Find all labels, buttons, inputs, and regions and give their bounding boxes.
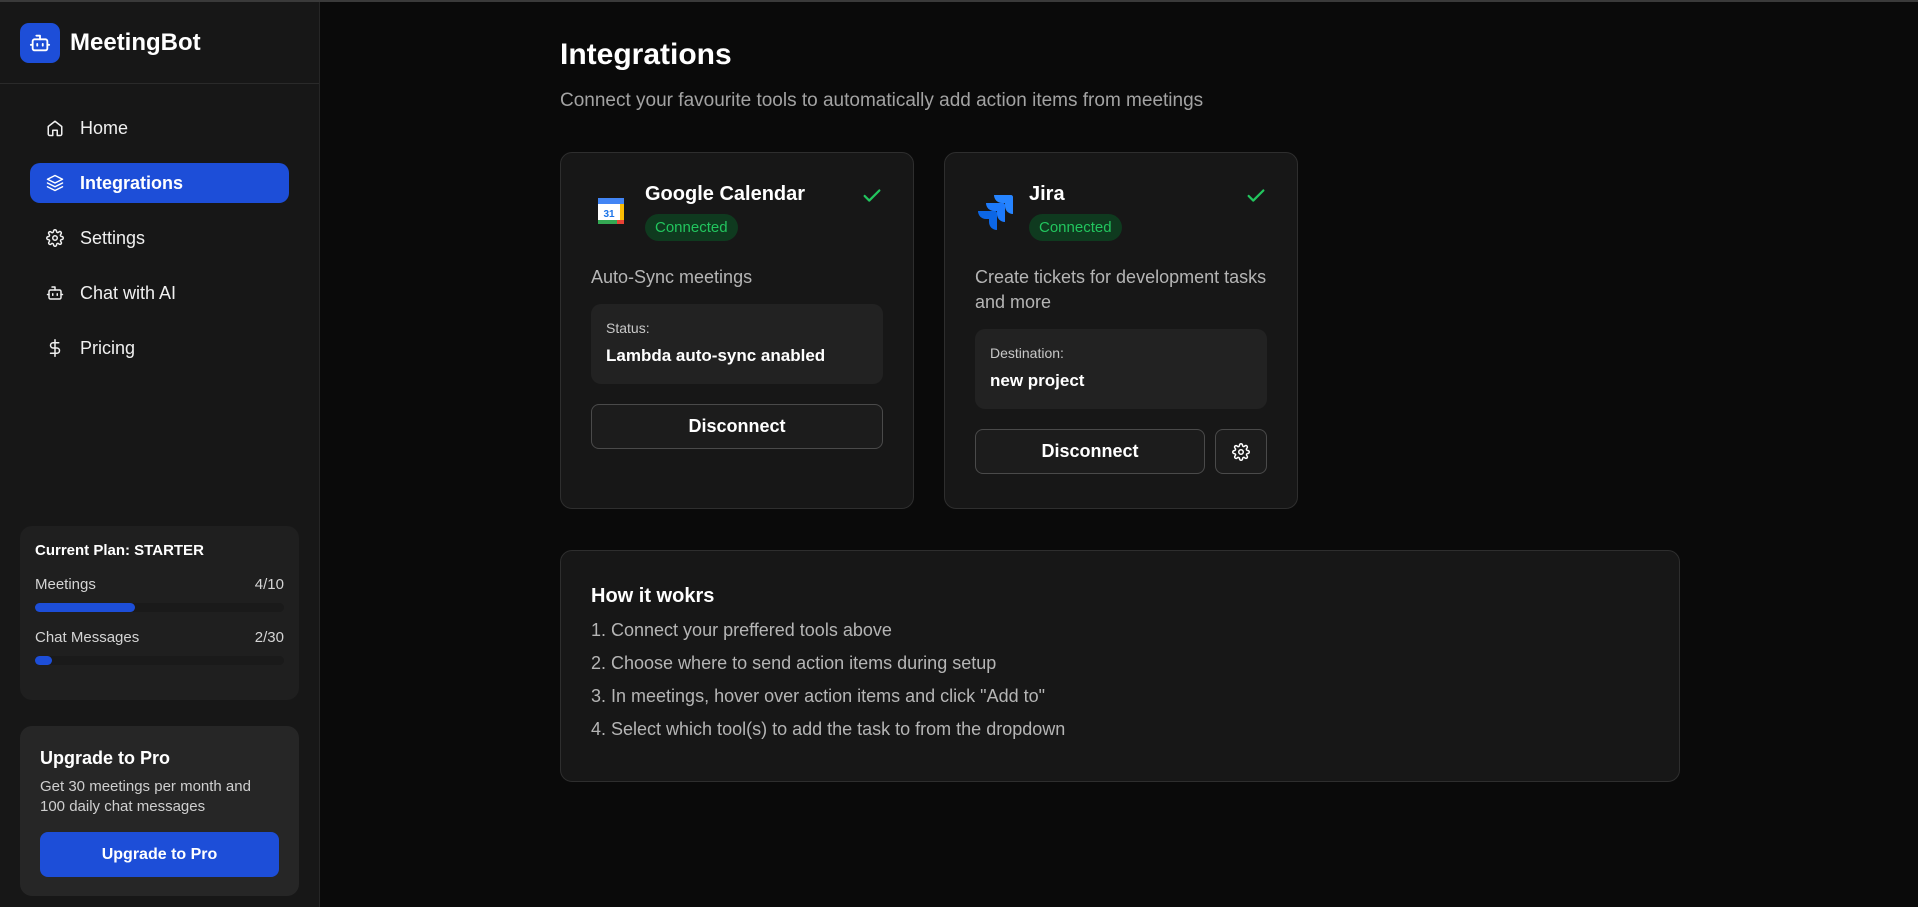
disconnect-button[interactable]: Disconnect [975, 429, 1205, 474]
gear-icon [44, 227, 66, 249]
sidebar: MeetingBot Home Integrations Settings Ch… [0, 2, 320, 907]
sidebar-item-label: Pricing [80, 337, 136, 358]
integration-name: Jira [1029, 183, 1065, 205]
integration-card-google-calendar: 31 Google Calendar Connected Auto-Sync m… [560, 152, 914, 509]
how-step: 1. Connect your preffered tools above [591, 620, 892, 640]
integration-description: Create tickets for development tasks and… [975, 267, 1267, 312]
disconnect-button[interactable]: Disconnect [591, 404, 883, 449]
page-title: Integrations [560, 38, 732, 71]
sidebar-item-home[interactable]: Home [30, 108, 289, 148]
integration-description: Auto-Sync meetings [591, 267, 753, 287]
google-calendar-icon: 31 [598, 198, 624, 224]
sidebar-item-pricing[interactable]: Pricing [30, 328, 289, 368]
plan-usage-card: Current Plan: STARTER Meetings 4/10 Chat… [20, 526, 299, 700]
meetings-count: 4/10 [254, 576, 284, 593]
status-badge: Connected [645, 214, 738, 241]
integration-info: Status: Lambda auto-sync anabled [591, 304, 883, 384]
how-it-works: How it wokrs 1. Connect your preffered t… [560, 550, 1680, 782]
sidebar-item-label: Home [80, 117, 129, 138]
chat-label: Chat Messages [35, 629, 140, 646]
sidebar-nav: Home Integrations Settings Chat with AI … [0, 84, 319, 368]
jira-icon [978, 195, 1013, 230]
chat-usage: Chat Messages 2/30 [35, 629, 284, 646]
upgrade-title: Upgrade to Pro [40, 748, 171, 768]
main-content: Integrations Connect your favourite tool… [560, 2, 1700, 782]
upgrade-description: Get 30 meetings per month and 100 daily … [40, 778, 251, 815]
app-name: MeetingBot [70, 28, 201, 56]
google-calendar-logo-text: 31 [603, 209, 615, 220]
layers-icon [44, 172, 66, 194]
plan-title: Current Plan: STARTER [35, 542, 204, 559]
sidebar-item-label: Settings [80, 227, 146, 248]
integration-info: Destination: new project [975, 329, 1267, 409]
dollar-icon [44, 337, 66, 359]
home-icon [44, 117, 66, 139]
check-icon [863, 189, 881, 202]
bot-icon [20, 22, 60, 63]
sidebar-item-label: Integrations [80, 172, 184, 193]
how-step: 3. In meetings, hover over action items … [591, 686, 1045, 706]
info-label: Status: [606, 320, 650, 336]
sidebar-item-integrations[interactable]: Integrations [30, 163, 289, 203]
integration-cards: 31 Google Calendar Connected Auto-Sync m… [560, 152, 1298, 509]
info-label: Destination: [990, 345, 1064, 361]
check-icon [1247, 189, 1265, 202]
gear-icon [1232, 442, 1250, 461]
page-subtitle: Connect your favourite tools to automati… [560, 90, 1204, 111]
sidebar-item-label: Chat with AI [80, 282, 177, 303]
integration-name: Google Calendar [645, 183, 806, 205]
chat-count: 2/30 [254, 629, 284, 646]
chat-progress-fill [35, 656, 52, 665]
sidebar-item-chat-with-ai[interactable]: Chat with AI [30, 273, 289, 313]
bot-icon [44, 282, 66, 304]
info-value: Lambda auto-sync anabled [606, 346, 826, 365]
status-badge: Connected [1029, 214, 1122, 241]
meetings-progress-fill [35, 603, 135, 612]
sidebar-item-settings[interactable]: Settings [30, 218, 289, 258]
integration-card-jira: Jira Connected Create tickets for develo… [944, 152, 1298, 509]
how-step: 4. Select which tool(s) to add the task … [591, 719, 1066, 739]
meetings-progress [35, 603, 284, 612]
info-value: new project [990, 371, 1085, 390]
how-step: 2. Choose where to send action items dur… [591, 653, 997, 673]
brand: MeetingBot [0, 2, 319, 84]
how-it-works-title: How it wokrs [591, 585, 715, 607]
chat-progress [35, 656, 284, 665]
meetings-usage: Meetings 4/10 [35, 576, 284, 593]
meetings-label: Meetings [35, 576, 96, 593]
upgrade-button[interactable]: Upgrade to Pro [40, 832, 279, 877]
upgrade-card: Upgrade to Pro Get 30 meetings per month… [20, 726, 299, 896]
jira-settings-button[interactable] [1215, 429, 1267, 474]
